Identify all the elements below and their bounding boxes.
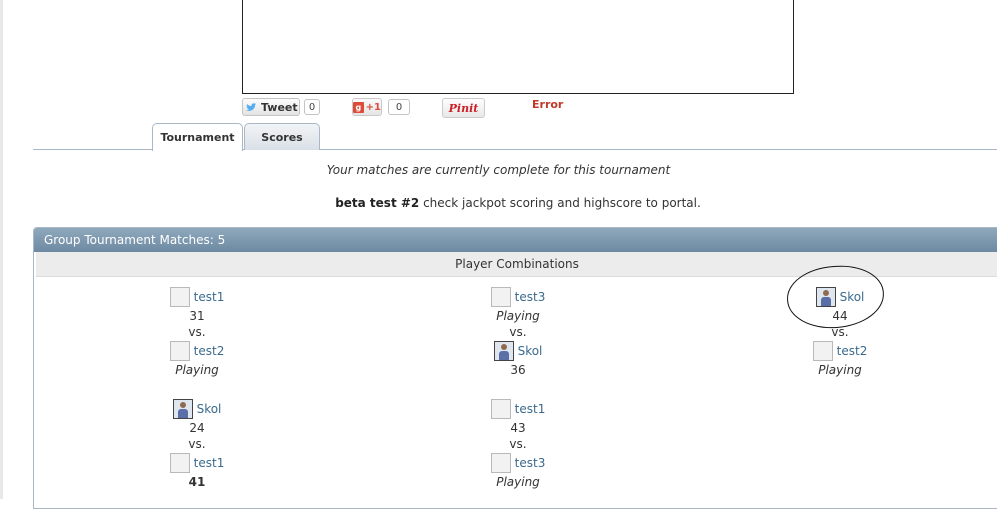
avatar[interactable]	[490, 399, 511, 419]
player-row: Skol	[448, 340, 588, 362]
player-row: Skol	[127, 398, 267, 420]
google-plus-count: 0	[388, 99, 410, 115]
avatar[interactable]	[493, 341, 514, 361]
player-status: Playing	[496, 475, 540, 489]
tweet-label: Tweet	[261, 100, 298, 114]
match-card: Skol 24 vs. test1 41	[127, 398, 267, 490]
player-status: Playing	[818, 363, 862, 377]
avatar[interactable]	[172, 399, 193, 419]
avatar[interactable]	[169, 287, 190, 307]
tweet-button[interactable]: Tweet	[242, 98, 300, 116]
embedded-game-frame[interactable]	[242, 0, 794, 94]
pinterest-button[interactable]: Pinit	[442, 98, 485, 118]
player-score: 24	[189, 421, 205, 435]
tab-scores[interactable]: Scores	[244, 123, 320, 150]
avatar[interactable]	[490, 287, 511, 307]
player-row: test3	[448, 452, 588, 474]
avatar[interactable]	[812, 341, 833, 361]
player-status: Playing	[496, 309, 540, 323]
player-link[interactable]: test1	[515, 402, 546, 416]
player-score: 43	[510, 421, 526, 435]
tab-tournament[interactable]: Tournament	[152, 123, 243, 151]
twitter-bird-icon	[246, 101, 258, 113]
player-row: test2	[127, 340, 267, 362]
share-error-text: Error	[532, 98, 564, 111]
panel-header: Group Tournament Matches: 5	[34, 228, 997, 252]
match-card: test3 Playing vs. Skol 36	[448, 286, 588, 378]
player-link[interactable]: test3	[515, 456, 546, 470]
avatar[interactable]	[169, 341, 190, 361]
tweet-count: 0	[304, 99, 320, 115]
player-link[interactable]: test1	[194, 456, 225, 470]
player-link[interactable]: test2	[194, 344, 225, 358]
google-plus-icon: g	[353, 101, 364, 113]
player-row: test2	[770, 340, 910, 362]
tournament-description: beta test #2 check jackpot scoring and h…	[0, 196, 997, 210]
player-row: test1	[448, 398, 588, 420]
page-left-border	[0, 0, 3, 499]
player-row: test1	[127, 286, 267, 308]
match-card: test1 43 vs. test3 Playing	[448, 398, 588, 490]
player-link[interactable]: Skol	[518, 344, 543, 358]
player-link[interactable]: test2	[837, 344, 868, 358]
vs-label: vs.	[509, 437, 527, 451]
vs-label: vs.	[188, 437, 206, 451]
player-link[interactable]: test3	[515, 290, 546, 304]
google-plus-label: +1	[365, 101, 381, 113]
player-score: 41	[188, 475, 206, 489]
player-status: Playing	[175, 363, 219, 377]
google-plus-button[interactable]: g +1	[352, 98, 382, 116]
player-link[interactable]: test1	[194, 290, 225, 304]
player-score: 31	[189, 309, 205, 323]
vs-label: vs.	[188, 325, 206, 339]
avatar[interactable]	[169, 453, 190, 473]
player-link[interactable]: Skol	[197, 402, 222, 416]
avatar[interactable]	[490, 453, 511, 473]
tournament-description-text: check jackpot scoring and highscore to p…	[419, 196, 701, 210]
vs-label: vs.	[509, 325, 527, 339]
match-card: test1 31 vs. test2 Playing	[127, 286, 267, 378]
player-score: 36	[510, 363, 526, 377]
tournament-title: beta test #2	[335, 196, 420, 210]
tournament-status-message: Your matches are currently complete for …	[326, 163, 671, 177]
player-row: test1	[127, 452, 267, 474]
player-row: test3	[448, 286, 588, 308]
